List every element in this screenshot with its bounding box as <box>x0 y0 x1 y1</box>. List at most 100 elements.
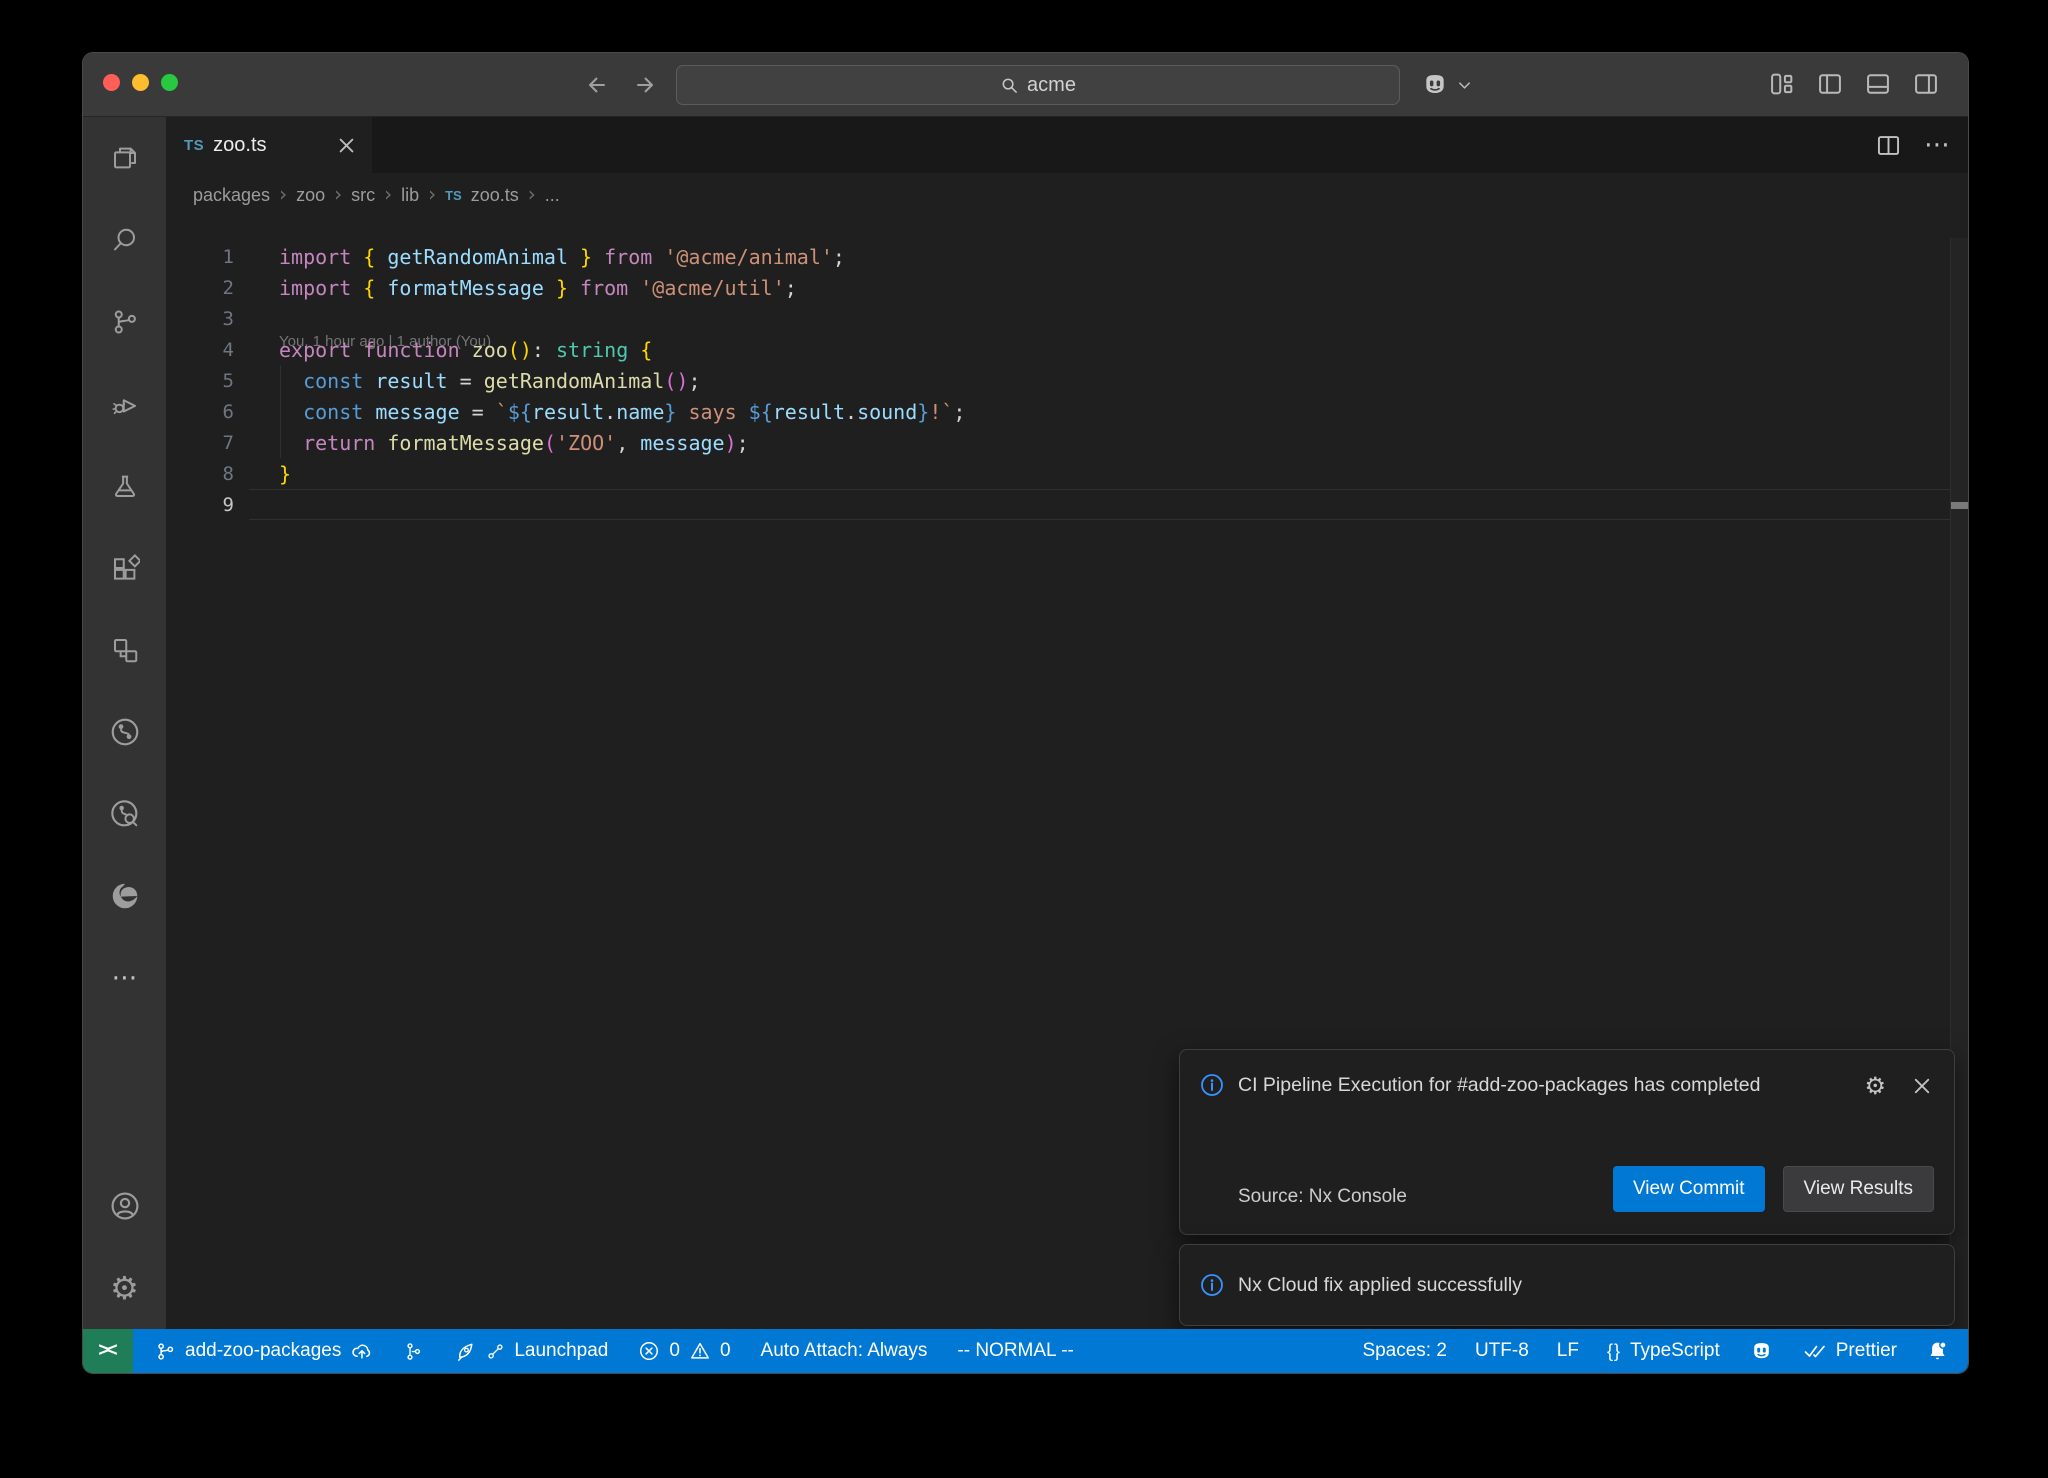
vim-mode-status[interactable]: -- NORMAL -- <box>957 1340 1073 1362</box>
line-number[interactable]: 1 <box>166 246 234 268</box>
mini-branch-icon <box>486 1342 505 1361</box>
error-icon <box>638 1340 660 1362</box>
back-arrow-icon[interactable] <box>583 71 611 99</box>
indentation-status[interactable]: Spaces: 2 <box>1362 1340 1447 1362</box>
problems-status[interactable]: 0 0 <box>638 1340 730 1362</box>
notification-toast-ci-pipeline: CI Pipeline Execution for #add-zoo-packa… <box>1179 1049 1955 1235</box>
code-text: } <box>279 462 291 486</box>
line-number[interactable]: 3 <box>166 308 234 330</box>
braces-icon: {} <box>1607 1341 1621 1362</box>
code-line-7[interactable]: 7 return formatMessage('ZOO', message); <box>166 427 1968 458</box>
explorer-icon[interactable] <box>83 117 166 199</box>
formatter-status[interactable]: Prettier <box>1803 1339 1897 1363</box>
customize-layout-icon[interactable] <box>1768 70 1796 98</box>
breadcrumb-file[interactable]: zoo.ts <box>471 185 519 206</box>
warning-count: 0 <box>720 1340 731 1362</box>
tab-label: zoo.ts <box>213 134 328 157</box>
edge-browser-icon[interactable] <box>83 855 166 937</box>
line-number[interactable]: 5 <box>166 370 234 392</box>
line-number[interactable]: 9 <box>166 494 234 516</box>
code-text: const message = `${result.name} says ${r… <box>279 400 965 424</box>
breadcrumb-item[interactable]: lib <box>401 185 419 206</box>
line-number[interactable]: 8 <box>166 463 234 485</box>
macos-zoom-button[interactable] <box>161 74 178 91</box>
activity-bar: ⋯ ⚙ <box>83 117 166 1329</box>
additional-views-icon[interactable]: ⋯ <box>83 937 166 1019</box>
git-branch-status[interactable]: add-zoo-packages <box>155 1340 373 1363</box>
title-bar: acme <box>83 53 1968 117</box>
breadcrumb: packages › zoo › src › lib › TS zoo.ts ›… <box>193 173 560 217</box>
copilot-icon <box>1419 69 1451 101</box>
source-control-icon[interactable] <box>83 281 166 363</box>
code-line-2[interactable]: 2import { formatMessage } from '@acme/ut… <box>166 272 1968 303</box>
code-line-3[interactable]: 3 <box>166 303 1968 334</box>
check-all-icon <box>1803 1339 1827 1363</box>
view-commit-button[interactable]: View Commit <box>1613 1166 1765 1212</box>
code-line-6[interactable]: 6 const message = `${result.name} says $… <box>166 396 1968 427</box>
encoding-status[interactable]: UTF-8 <box>1475 1340 1529 1362</box>
more-actions-icon[interactable]: ⋯ <box>1924 132 1950 158</box>
eol-status[interactable]: LF <box>1557 1340 1579 1362</box>
commit-graph-icon <box>403 1341 424 1362</box>
code-text: export function zoo(): string { <box>279 338 652 362</box>
tab-close-icon[interactable] <box>337 136 356 155</box>
launchpad-status[interactable]: Launchpad <box>454 1340 608 1363</box>
cloud-upload-icon <box>350 1340 373 1363</box>
chevron-right-icon: › <box>279 184 287 204</box>
breadcrumb-item[interactable]: src <box>351 185 375 206</box>
language-mode-status[interactable]: {} TypeScript <box>1607 1340 1720 1362</box>
code-text: return formatMessage('ZOO', message); <box>279 431 749 455</box>
code-line-9[interactable]: 9 <box>166 489 1968 520</box>
search-view-icon[interactable] <box>83 199 166 281</box>
warning-icon <box>689 1340 711 1362</box>
code-lines: 1import { getRandomAnimal } from '@acme/… <box>166 241 1968 520</box>
macos-close-button[interactable] <box>103 74 120 91</box>
notification-close-icon[interactable] <box>1912 1076 1932 1096</box>
tab-zoo-ts[interactable]: TS zoo.ts <box>166 117 372 173</box>
toggle-panel-icon[interactable] <box>1864 70 1892 98</box>
notifications-bell[interactable] <box>1925 1339 1950 1364</box>
line-number[interactable]: 6 <box>166 401 234 423</box>
extensions-icon[interactable] <box>83 527 166 609</box>
git-branch-icon <box>155 1341 176 1362</box>
project-hierarchy-icon[interactable] <box>83 609 166 691</box>
split-editor-icon[interactable] <box>1875 132 1902 159</box>
command-center-search[interactable]: acme <box>676 65 1400 105</box>
copilot-icon <box>1748 1338 1775 1365</box>
gitlens-commit-graph-icon[interactable] <box>83 691 166 773</box>
forward-arrow-icon[interactable] <box>631 71 659 99</box>
view-results-button[interactable]: View Results <box>1783 1166 1934 1212</box>
chevron-down-icon <box>1457 78 1472 93</box>
typescript-file-icon: TS <box>445 188 462 203</box>
accounts-icon[interactable] <box>83 1165 166 1247</box>
code-line-4[interactable]: 4 export function zoo(): string { <box>166 334 1968 365</box>
gitlens-inspect-icon[interactable] <box>83 773 166 855</box>
gitlens-commits-status[interactable] <box>403 1341 424 1362</box>
rocket-icon <box>454 1340 477 1363</box>
testing-icon[interactable] <box>83 445 166 527</box>
settings-gear-icon[interactable]: ⚙ <box>83 1247 166 1329</box>
toggle-secondary-sidebar-icon[interactable] <box>1912 70 1940 98</box>
launchpad-label: Launchpad <box>514 1340 608 1362</box>
notification-toast-nx-cloud: Nx Cloud fix applied successfully <box>1179 1244 1955 1326</box>
notification-message: CI Pipeline Execution for #add-zoo-packa… <box>1238 1066 1838 1104</box>
line-number[interactable]: 2 <box>166 277 234 299</box>
auto-attach-status[interactable]: Auto Attach: Always <box>761 1340 928 1362</box>
line-number[interactable]: 7 <box>166 432 234 454</box>
run-debug-icon[interactable] <box>83 363 166 445</box>
breadcrumb-overflow[interactable]: ... <box>545 185 560 206</box>
remote-indicator[interactable]: >< <box>83 1329 133 1373</box>
info-icon <box>1200 1273 1224 1297</box>
search-query-text: acme <box>1027 74 1076 97</box>
code-line-5[interactable]: 5 const result = getRandomAnimal(); <box>166 365 1968 396</box>
line-number[interactable]: 4 <box>166 339 234 361</box>
code-line-8[interactable]: 8} <box>166 458 1968 489</box>
code-line-1[interactable]: 1import { getRandomAnimal } from '@acme/… <box>166 241 1968 272</box>
copilot-status[interactable] <box>1748 1338 1775 1365</box>
breadcrumb-item[interactable]: zoo <box>296 185 325 206</box>
toggle-primary-sidebar-icon[interactable] <box>1816 70 1844 98</box>
copilot-menu[interactable] <box>1419 69 1472 101</box>
macos-minimize-button[interactable] <box>132 74 149 91</box>
breadcrumb-item[interactable]: packages <box>193 185 270 206</box>
notification-settings-gear-icon[interactable]: ⚙ <box>1864 1072 1886 1100</box>
